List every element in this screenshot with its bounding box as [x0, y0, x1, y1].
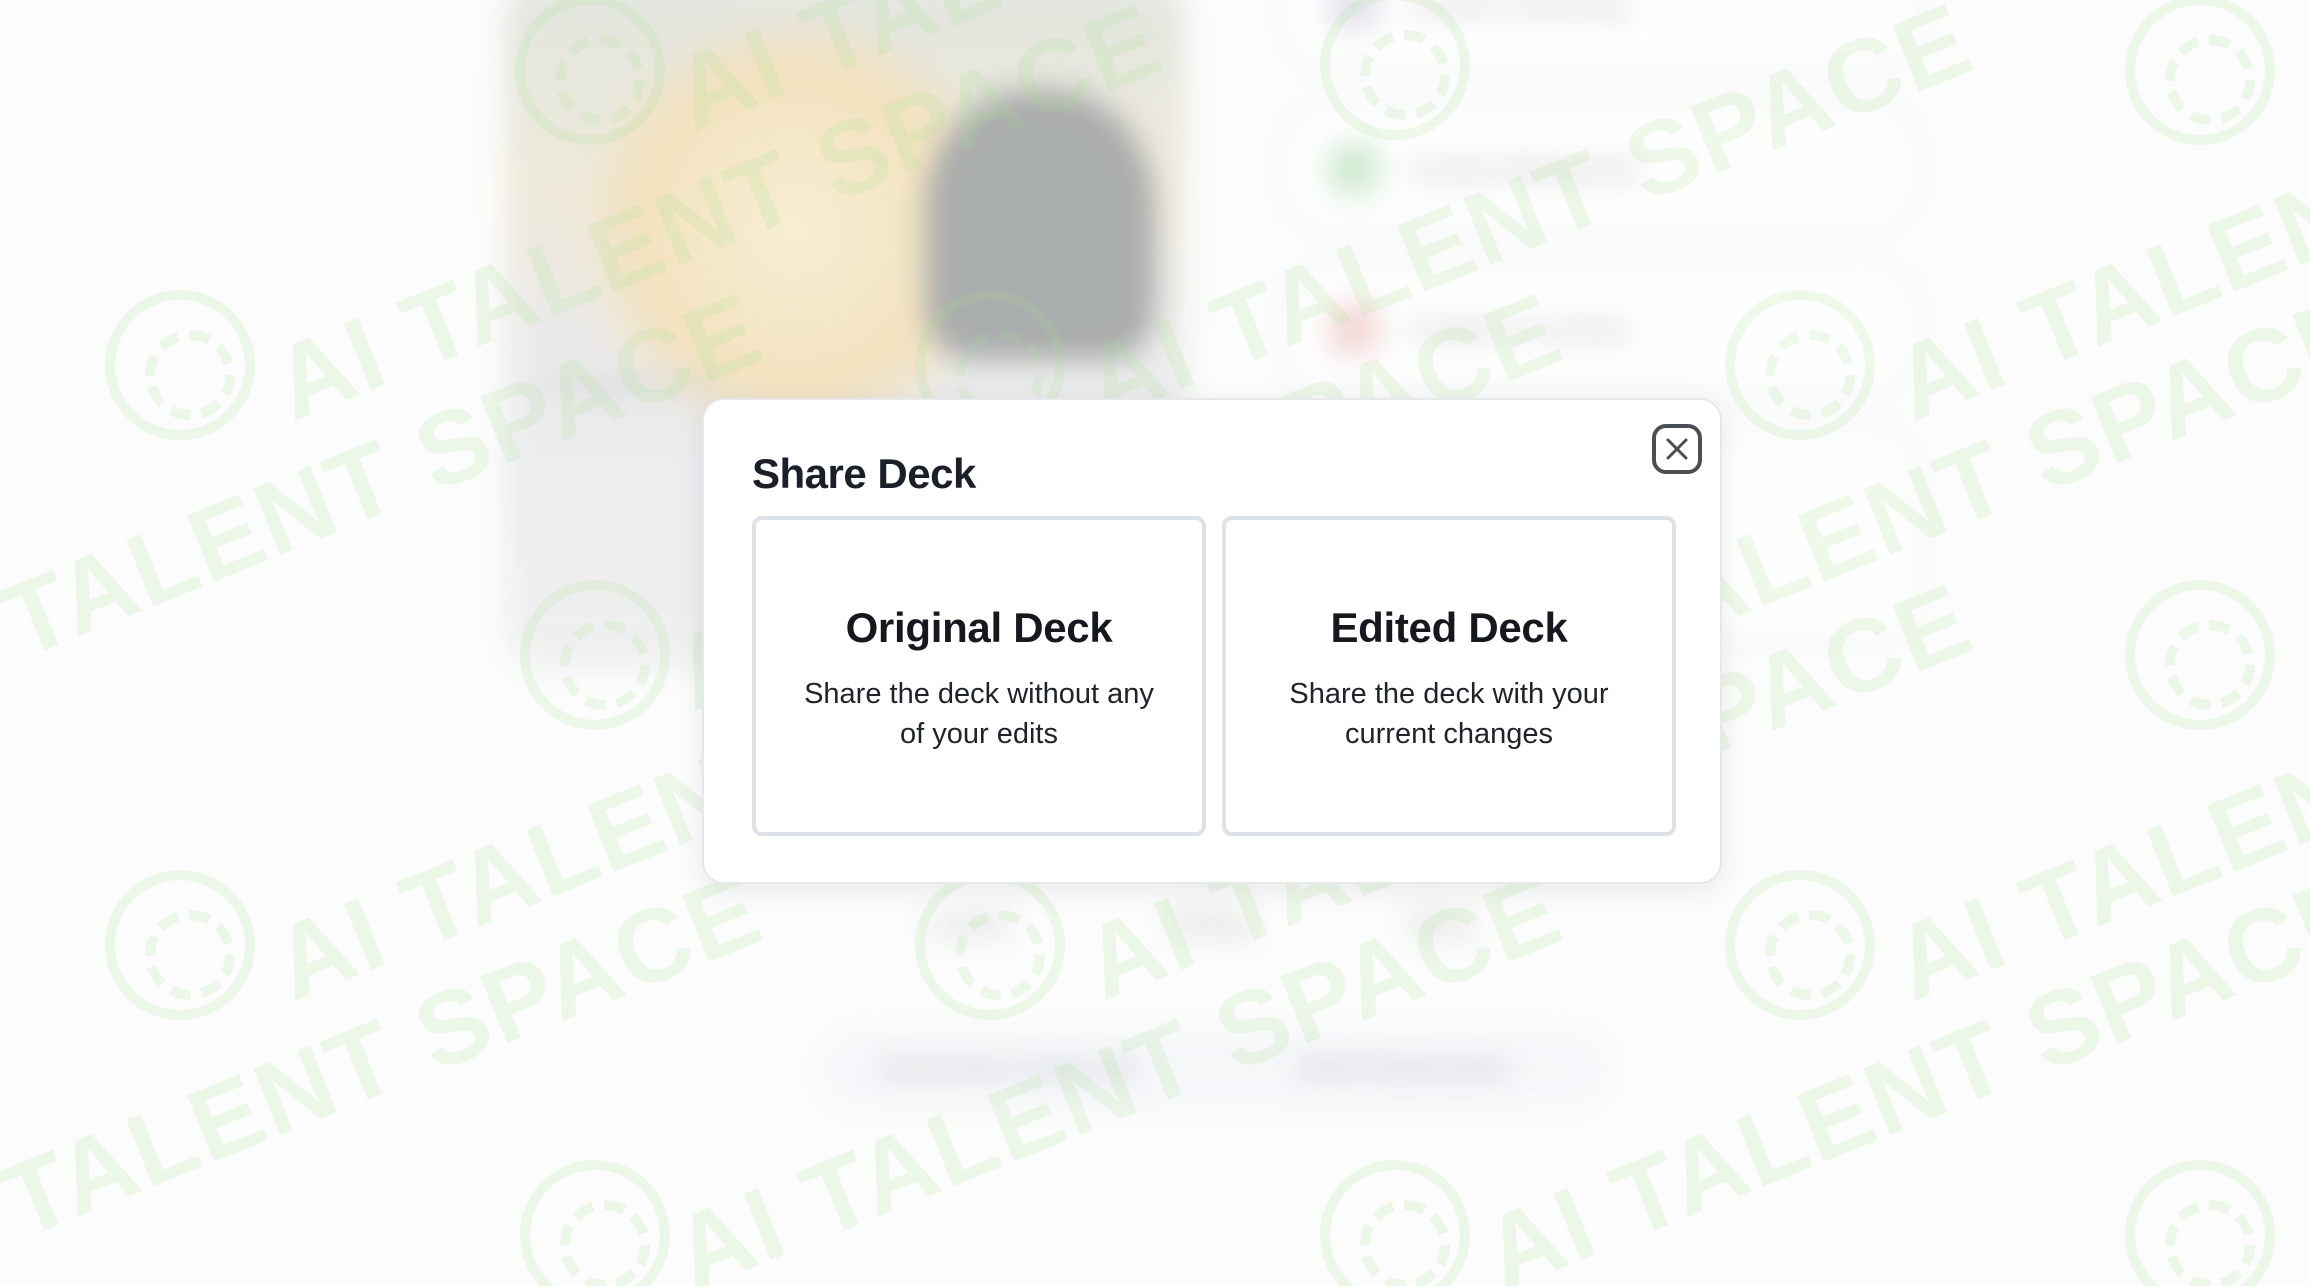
- close-button[interactable]: [1652, 424, 1702, 474]
- option-title: Original Deck: [845, 604, 1113, 651]
- option-description: Share the deck with your current changes: [1289, 678, 1609, 750]
- option-title: Edited Deck: [1330, 604, 1568, 651]
- screen: Peppermint Cards Learning Cards Mastered…: [0, 0, 2310, 1286]
- close-icon: [1666, 438, 1688, 460]
- original-deck-option[interactable]: Original Deck Share the deck without any…: [752, 516, 1206, 836]
- option-description: Share the deck without any of your edits: [804, 678, 1154, 750]
- edited-deck-option[interactable]: Edited Deck Share the deck with your cur…: [1222, 516, 1676, 836]
- share-deck-dialog: Share Deck Original Deck Share the deck …: [702, 398, 1722, 884]
- dialog-title: Share Deck: [752, 450, 976, 497]
